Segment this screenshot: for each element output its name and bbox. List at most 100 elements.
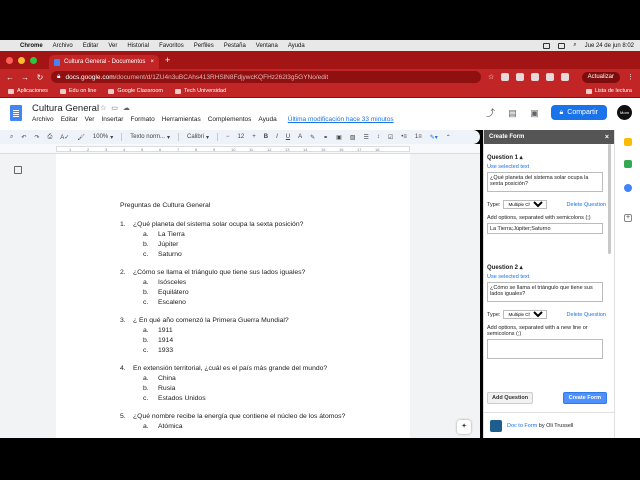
- align-icon[interactable]: ☰: [364, 134, 369, 141]
- menu-insertar[interactable]: Insertar: [101, 116, 123, 123]
- print-icon[interactable]: ⎙: [47, 134, 52, 141]
- question-type-select[interactable]: Multiple Cho...: [503, 200, 548, 209]
- question-text-input[interactable]: ¿Qué planeta del sistema solar ocupa la …: [487, 172, 603, 192]
- wifi-icon[interactable]: [558, 42, 566, 49]
- star-icon[interactable]: ☆: [100, 104, 106, 112]
- underline-button[interactable]: U: [286, 134, 290, 140]
- extension-icon[interactable]: [501, 73, 510, 81]
- question-card-title[interactable]: Question 2 ▴: [487, 264, 606, 271]
- close-panel-icon[interactable]: ×: [605, 134, 609, 141]
- delete-question-link[interactable]: Delete Question: [567, 312, 606, 318]
- highlight-icon[interactable]: ✎: [310, 134, 315, 141]
- font-size-decrease-icon[interactable]: −: [226, 134, 230, 140]
- reading-list[interactable]: Lista de lectura: [585, 88, 632, 94]
- paint-format-icon[interactable]: 🖌︎: [77, 134, 85, 141]
- menu-ver[interactable]: Ver: [85, 116, 95, 123]
- checklist-icon[interactable]: ☑: [388, 134, 393, 141]
- options-input[interactable]: [487, 223, 603, 234]
- mac-menu-perfiles[interactable]: Perfiles: [194, 43, 214, 49]
- style-select[interactable]: Texto norm... ▾: [130, 134, 170, 141]
- italic-button[interactable]: I: [276, 134, 278, 140]
- address-bar[interactable]: 🔒︎ docs.google.com/document/d/1ZU4n3uBCA…: [51, 71, 481, 83]
- document-page[interactable]: Preguntas de Cultura General 1. ¿Qué plan…: [56, 154, 410, 438]
- bookmark-star-icon[interactable]: ☆: [488, 73, 494, 81]
- battery-icon[interactable]: [543, 42, 551, 49]
- bullet-list-icon[interactable]: •≡: [401, 134, 407, 140]
- contacts-icon[interactable]: [624, 184, 632, 192]
- extension-icon[interactable]: [546, 73, 555, 81]
- link-icon[interactable]: ⚭: [323, 134, 328, 141]
- update-button[interactable]: Actualizar: [581, 71, 620, 83]
- doc-to-form-link[interactable]: Doc to Form: [507, 423, 537, 429]
- meet-icon[interactable]: ▣: [529, 108, 541, 118]
- bookmark-tech-universidad[interactable]: Tech Universidad: [174, 88, 226, 94]
- comments-icon[interactable]: ▤: [507, 108, 519, 118]
- spellcheck-icon[interactable]: A✓: [60, 134, 69, 141]
- more-vert-icon[interactable]: ⋮: [627, 73, 634, 81]
- share-button[interactable]: 🔒︎ Compartir: [550, 105, 607, 120]
- tasks-icon[interactable]: [624, 160, 632, 168]
- mac-menu-historial[interactable]: Historial: [127, 43, 149, 49]
- question-card-title[interactable]: Question 1 ▴: [487, 154, 606, 161]
- document-outline-icon[interactable]: [14, 166, 22, 174]
- search-icon[interactable]: ⌕: [573, 42, 576, 49]
- create-form-button[interactable]: Create Form: [562, 392, 607, 404]
- move-folder-icon[interactable]: ▭: [111, 104, 118, 112]
- menu-herramientas[interactable]: Herramientas: [162, 116, 201, 123]
- font-size-increase-icon[interactable]: +: [252, 134, 256, 140]
- close-tab-icon[interactable]: ×: [150, 59, 154, 65]
- extension-icon[interactable]: [531, 73, 540, 81]
- bookmark-google-classroom[interactable]: Google Classroom: [108, 88, 163, 94]
- new-tab-icon[interactable]: +: [165, 55, 170, 65]
- mac-menu-pestana[interactable]: Pestaña: [224, 43, 246, 49]
- last-edit-link[interactable]: Última modificación hace 33 minutos: [288, 116, 394, 123]
- numbered-list-icon[interactable]: 1≡: [415, 134, 422, 140]
- avatar[interactable]: Mom: [617, 105, 632, 120]
- docs-logo-icon[interactable]: [10, 105, 22, 121]
- delete-question-link[interactable]: Delete Question: [567, 202, 606, 208]
- font-select[interactable]: Calibri ▾: [187, 134, 209, 141]
- app-menu-chrome[interactable]: Chrome: [20, 43, 43, 49]
- use-selected-text-link[interactable]: Use selected text: [487, 274, 606, 280]
- collapse-toolbar-icon[interactable]: ⌃: [446, 134, 451, 141]
- zoom-select[interactable]: 100% ▾: [93, 134, 113, 141]
- mac-menu-favoritos[interactable]: Favoritos: [159, 43, 184, 49]
- bookmark-edu-online[interactable]: Edu on line: [59, 88, 96, 94]
- back-icon[interactable]: ←: [6, 73, 14, 82]
- document-title[interactable]: Cultura General: [32, 103, 99, 114]
- explore-icon[interactable]: ✦: [457, 420, 471, 434]
- mac-menu-ver[interactable]: Ver: [108, 43, 117, 49]
- browser-tab[interactable]: Cultura General - Documentos ×: [49, 55, 159, 69]
- menu-editar[interactable]: Editar: [61, 116, 78, 123]
- font-size-input[interactable]: 12: [238, 134, 245, 140]
- panel-scrollbar[interactable]: [608, 144, 611, 254]
- mac-menu-archivo[interactable]: Archivo: [53, 43, 73, 49]
- mac-menu-ayuda[interactable]: Ayuda: [288, 43, 305, 49]
- bookmark-apps[interactable]: Aplicaciones: [8, 88, 48, 94]
- clock[interactable]: Jue 24 de jun 8:02: [585, 43, 634, 49]
- ruler[interactable]: 1 2 3 4 5 6 7 8 9 10 11 12 13 14 15 16 1…: [0, 144, 480, 154]
- comment-icon[interactable]: ▣: [336, 134, 342, 141]
- options-input[interactable]: [487, 339, 603, 359]
- line-spacing-icon[interactable]: ↕: [377, 134, 380, 140]
- add-ons-plus-icon[interactable]: +: [624, 214, 632, 222]
- puzzle-icon[interactable]: [561, 73, 570, 81]
- editing-mode-icon[interactable]: ✎▾: [430, 134, 438, 141]
- menu-ayuda[interactable]: Ayuda: [258, 116, 276, 123]
- image-icon[interactable]: ▨: [350, 134, 356, 141]
- mac-menu-ventana[interactable]: Ventana: [256, 43, 278, 49]
- search-menus-icon[interactable]: ⌕: [10, 134, 13, 141]
- maximize-window-icon[interactable]: [30, 56, 37, 64]
- extension-icon[interactable]: [516, 73, 525, 81]
- menu-formato[interactable]: Formato: [130, 116, 154, 123]
- use-selected-text-link[interactable]: Use selected text: [487, 164, 606, 170]
- text-color-button[interactable]: A: [298, 134, 302, 140]
- redo-icon[interactable]: ↷: [34, 134, 39, 141]
- activity-trend-icon[interactable]: ⤴: [485, 108, 497, 118]
- cloud-status-icon[interactable]: ☁︎: [123, 104, 130, 112]
- question-text-input[interactable]: ¿Cómo se llama el triángulo que tiene su…: [487, 282, 603, 302]
- reload-icon[interactable]: ↻: [36, 73, 44, 82]
- close-window-icon[interactable]: [6, 56, 13, 64]
- undo-icon[interactable]: ↶: [21, 134, 26, 141]
- menu-complementos[interactable]: Complementos: [208, 116, 252, 123]
